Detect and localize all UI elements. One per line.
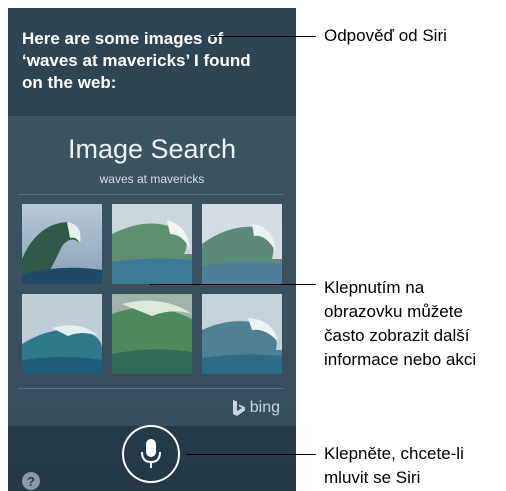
image-search-title: Image Search <box>67 134 237 164</box>
image-thumbnail[interactable] <box>112 204 192 284</box>
image-thumbnail[interactable] <box>112 294 192 374</box>
siri-screen[interactable]: Here are some images of ‘waves at maveri… <box>8 8 296 491</box>
callout-line-siri-response <box>210 36 316 37</box>
siri-response-line: ‘waves at mavericks’ I found <box>22 51 251 70</box>
image-search-card[interactable]: Image Search waves at mavericks bing <box>8 116 296 426</box>
microphone-icon <box>141 439 161 468</box>
callout-line: obrazovku můžete <box>324 302 463 321</box>
bing-label: bing <box>249 399 280 416</box>
image-search-query: waves at mavericks <box>99 172 205 186</box>
image-thumbnail[interactable] <box>22 204 102 284</box>
bing-logo-icon <box>232 400 245 416</box>
callout-siri-response: Odpověď od Siri <box>324 26 447 45</box>
help-button[interactable]: ? <box>22 472 40 490</box>
divider <box>18 194 284 195</box>
callout-tap-mic: Klepněte, chcete-li mluvit se Siri <box>324 442 464 490</box>
divider <box>18 388 284 389</box>
callout-line: Klepnutím na <box>324 278 425 297</box>
callout-line: mluvit se Siri <box>324 468 421 487</box>
callout-line-tap-screen <box>150 284 316 285</box>
image-thumbnail[interactable] <box>22 294 102 374</box>
image-thumbnail[interactable] <box>202 294 282 374</box>
bing-attribution[interactable]: bing <box>232 399 280 417</box>
callout-line: Klepněte, chcete-li <box>324 444 464 463</box>
siri-response-text: Here are some images of ‘waves at maveri… <box>22 28 290 94</box>
siri-response-line: Here are some images of <box>22 29 224 48</box>
siri-response-line: on the web: <box>22 73 117 92</box>
callout-tap-screen: Klepnutím na obrazovku můžete často zobr… <box>324 276 476 372</box>
callout-line: informace nebo akci <box>324 350 477 369</box>
image-grid <box>22 204 282 374</box>
callout-line: často zobrazit další <box>324 326 470 345</box>
callout-line-tap-mic <box>186 454 316 455</box>
image-thumbnail[interactable] <box>202 204 282 284</box>
siri-mic-button[interactable] <box>122 425 180 483</box>
